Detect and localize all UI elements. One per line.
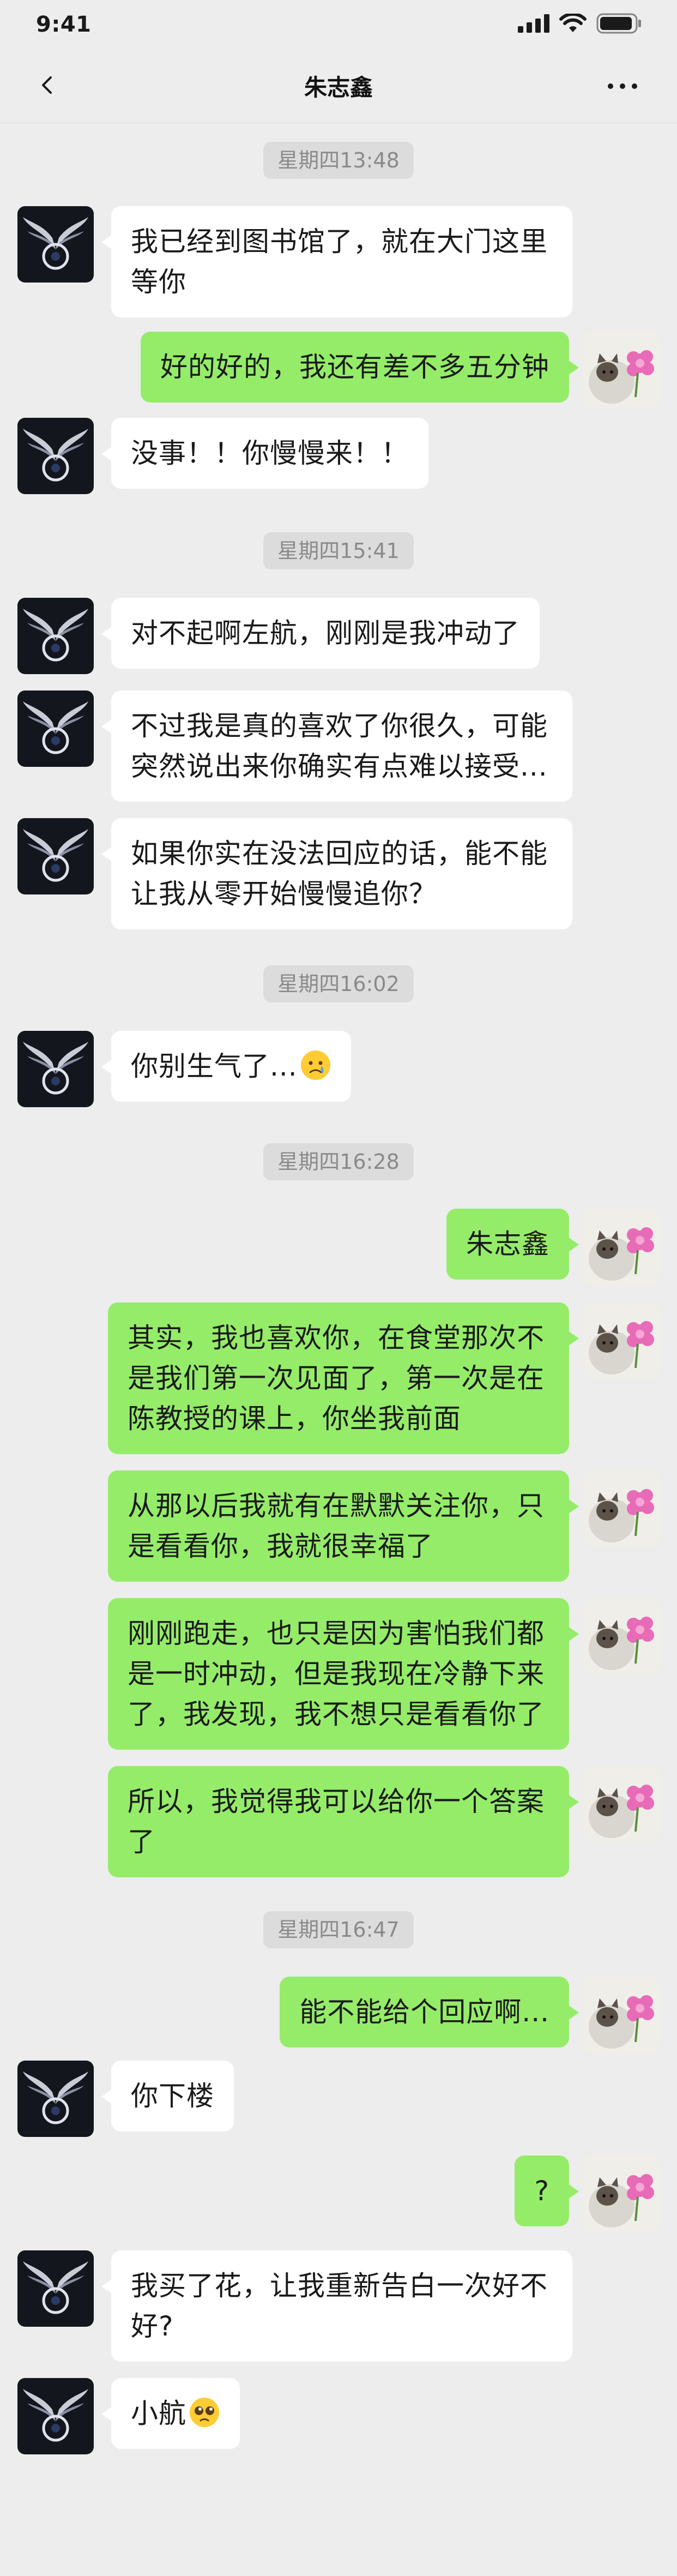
cat-with-flower-picture [583,1302,660,1379]
contact-avatar[interactable] [17,2378,94,2454]
contact-avatar[interactable] [17,818,94,894]
more-options-button[interactable] [601,70,644,103]
wifi-icon [559,12,587,35]
chat-header: 朱志鑫 [0,49,677,123]
wing-emblem-picture [17,598,94,674]
sent-message: 从那以后我就有在默默关注你，只是看看你，我就很幸福了 [0,1470,677,1582]
message-bubble[interactable]: 刚刚跑走，也只是因为害怕我们都是一时冲动，但是我现在冷静下来了，我发现，我不想只… [108,1598,579,1750]
user-avatar[interactable] [583,1209,660,1285]
timestamp: 星期四13:48 [0,142,677,179]
wing-emblem-picture [17,690,94,767]
battery-icon [596,13,642,36]
timestamp: 星期四16:28 [0,1143,677,1180]
sent-message: 所以，我觉得我可以给你一个答案了 [0,1766,677,1877]
cat-with-flower-picture [583,1209,660,1285]
user-avatar[interactable] [583,1766,660,1842]
message-bubble[interactable]: 没事！！你慢慢来！！ [101,418,428,489]
received-message: 我买了花，让我重新告白一次好不好? [0,2250,677,2362]
status-bar: 9:41 [0,0,677,49]
received-message: 如果你实在没法回应的话，能不能让我从零开始慢慢追你？ [0,818,677,929]
user-avatar[interactable] [583,1598,660,1674]
cat-with-flower-picture [583,1598,660,1674]
message-bubble[interactable]: ? [515,2155,579,2226]
wing-emblem-picture [17,206,94,283]
message-bubble[interactable]: 你下楼 [101,2061,234,2131]
received-message: 你下楼 [0,2061,677,2137]
received-message: 我已经到图书馆了，就在大门这里等你 [0,206,677,317]
more-dot-icon [608,83,613,89]
user-avatar[interactable] [583,1302,660,1379]
pleading-face-emoji [190,2398,219,2427]
message-bubble[interactable]: 对不起啊左航，刚刚是我冲动了 [101,598,540,669]
received-message: 对不起啊左航，刚刚是我冲动了 [0,598,677,674]
status-icons [518,12,642,36]
crying-face-emoji [300,1050,330,1080]
message-bubble[interactable]: 所以，我觉得我可以给你一个答案了 [108,1766,579,1877]
message-bubble[interactable]: 其实，我也喜欢你，在食堂那次不是我们第一次见面了，第一次是在陈教授的课上，你坐我… [108,1302,579,1454]
chevron-left-icon [42,76,52,94]
wing-emblem-picture [17,818,94,894]
message-bubble[interactable]: 从那以后我就有在默默关注你，只是看看你，我就很幸福了 [108,1470,579,1582]
sent-message: 其实，我也喜欢你，在食堂那次不是我们第一次见面了，第一次是在陈教授的课上，你坐我… [0,1302,677,1454]
back-button[interactable] [31,69,63,101]
message-list[interactable]: 星期四13:48 我已经到图书馆了，就在大门这里等你 好的好的，我还有差不多五分… [0,142,677,2454]
received-message: 小航 [0,2378,677,2454]
message-bubble[interactable]: 我已经到图书馆了，就在大门这里等你 [101,206,572,317]
message-bubble[interactable]: 朱志鑫 [446,1209,579,1280]
cat-with-flower-picture [583,332,660,408]
user-avatar[interactable] [583,2155,660,2232]
message-bubble[interactable]: 能不能给个回应啊... [280,1977,579,2047]
timestamp: 星期四16:02 [0,965,677,1002]
wing-emblem-picture [17,2378,94,2454]
status-time: 9:41 [36,12,92,37]
chat-screen: 9:41 朱志鑫 星期四13:48 我已经到图书馆了，就在大门这里等你 好的好的… [0,0,677,2576]
cat-with-flower-picture [583,2155,660,2232]
message-bubble[interactable]: 好的好的，我还有差不多五分钟 [141,332,579,403]
message-text: 你别生气了... [131,1050,298,1082]
wing-emblem-picture [17,418,94,494]
timestamp: 星期四16:47 [0,1911,677,1948]
wing-emblem-picture [17,2061,94,2137]
message-bubble[interactable]: 如果你实在没法回应的话，能不能让我从零开始慢慢追你？ [101,818,572,929]
contact-avatar[interactable] [17,598,94,674]
message-bubble[interactable]: 小航 [101,2378,240,2449]
contact-avatar[interactable] [17,206,94,283]
cat-with-flower-picture [583,1977,660,2053]
chat-title: 朱志鑫 [304,74,373,101]
received-message: 你别生气了... [0,1031,677,1107]
timestamp: 星期四15:41 [0,532,677,569]
signal-icon [518,14,549,35]
sent-message: 能不能给个回应啊... [0,1977,677,2053]
received-message: 没事！！你慢慢来！！ [0,418,677,494]
more-dot-icon [620,83,625,89]
cat-with-flower-picture [583,1470,660,1547]
user-avatar[interactable] [583,1470,660,1547]
sent-message: 好的好的，我还有差不多五分钟 [0,332,677,408]
sent-message: 刚刚跑走，也只是因为害怕我们都是一时冲动，但是我现在冷静下来了，我发现，我不想只… [0,1598,677,1750]
sent-message: ? [0,2155,677,2232]
wing-emblem-picture [17,2250,94,2327]
received-message: 不过我是真的喜欢了你很久，可能突然说出来你确实有点难以接受... [0,690,677,802]
more-dot-icon [632,83,637,89]
cat-with-flower-picture [583,1766,660,1842]
message-bubble[interactable]: 不过我是真的喜欢了你很久，可能突然说出来你确实有点难以接受... [101,690,572,802]
message-text: 小航 [131,2398,186,2429]
contact-avatar[interactable] [17,2061,94,2137]
message-bubble[interactable]: 我买了花，让我重新告白一次好不好? [101,2250,572,2362]
wing-emblem-picture [17,1031,94,1107]
message-bubble[interactable]: 你别生气了... [101,1031,351,1102]
contact-avatar[interactable] [17,690,94,767]
user-avatar[interactable] [583,1977,660,2053]
contact-avatar[interactable] [17,2250,94,2327]
user-avatar[interactable] [583,332,660,408]
contact-avatar[interactable] [17,418,94,494]
sent-message: 朱志鑫 [0,1209,677,1285]
contact-avatar[interactable] [17,1031,94,1107]
